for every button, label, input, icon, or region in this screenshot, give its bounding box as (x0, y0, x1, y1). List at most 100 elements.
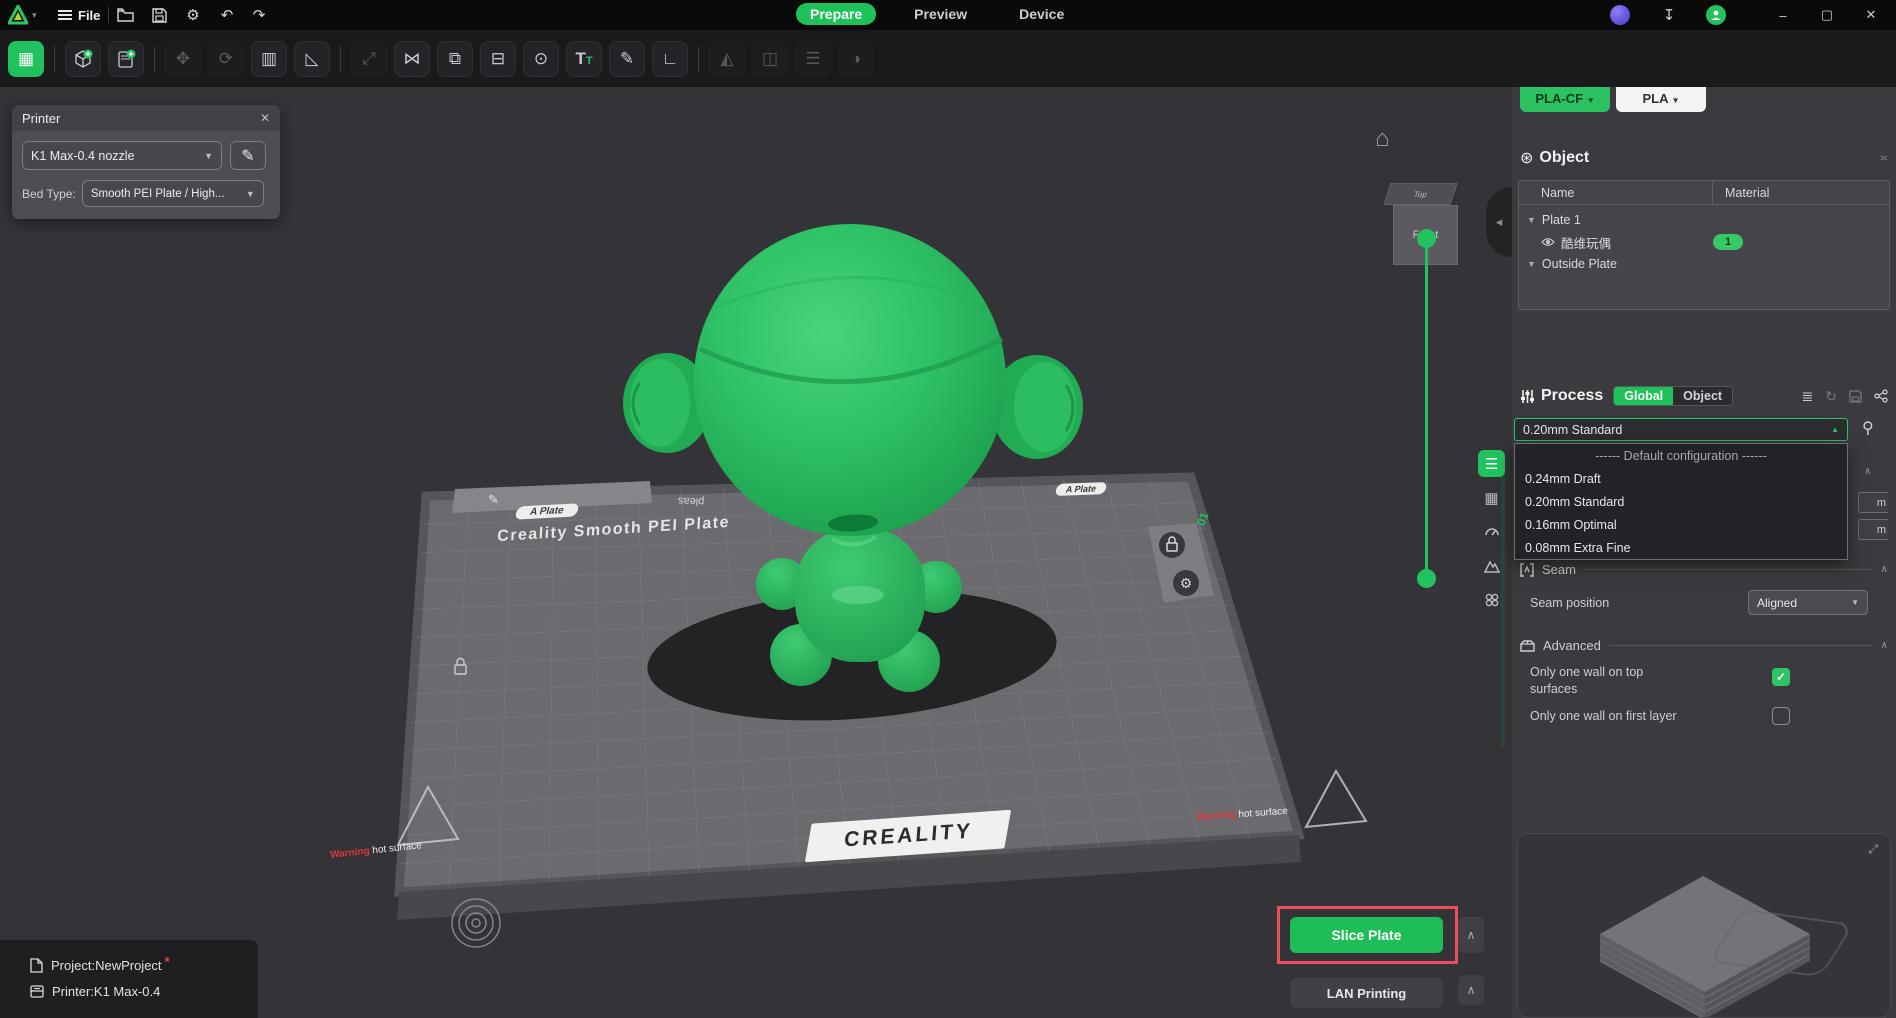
only-one-wall-top-label: Only one wall on top surfaces (1530, 664, 1690, 698)
tab-prepare[interactable]: Prepare (796, 3, 876, 25)
lay-on-face-tool[interactable]: ◺ (294, 41, 330, 77)
file-menu[interactable]: File (58, 0, 100, 30)
download-button[interactable]: ↧ (1656, 0, 1682, 30)
split-tool[interactable]: ⊟ (480, 41, 516, 77)
viewport-side-toolbar: ☰ ▦ (1478, 450, 1505, 613)
support-tool[interactable]: ◭ (709, 41, 745, 77)
section-slider-top-handle[interactable] (1417, 229, 1436, 248)
slice-options-button[interactable]: ∧ (1458, 917, 1484, 953)
save-preset-icon[interactable] (1849, 390, 1862, 403)
chevron-up-icon: ▲ (1831, 425, 1839, 434)
app-logo[interactable]: ▾ (8, 0, 37, 30)
search-preset-icon[interactable]: ⚲ (1862, 418, 1874, 438)
tab-preview[interactable]: Preview (900, 3, 981, 25)
section-slider-track[interactable] (1425, 238, 1428, 578)
parameter-list-button[interactable]: ☰ (1478, 450, 1505, 477)
rotate-tool[interactable]: ⟳ (208, 41, 244, 77)
minimize-button[interactable]: – (1768, 0, 1798, 30)
close-icon[interactable]: ✕ (260, 111, 270, 125)
dropdown-option-extrafine[interactable]: 0.08mm Extra Fine (1515, 536, 1847, 559)
column-header-name[interactable]: Name (1519, 181, 1713, 204)
tree-expand-icon[interactable]: ▼ (1527, 215, 1536, 225)
auto-arrange-tool[interactable]: ▥ (251, 41, 287, 77)
redo-button[interactable]: ↷ (246, 0, 272, 30)
plate-name-tab-right[interactable]: A Plate (1055, 482, 1108, 496)
collapse-section-icon[interactable]: ∧ (1881, 564, 1888, 575)
seam-position-select[interactable]: Aligned ▼ (1748, 590, 1868, 615)
visibility-eye-icon[interactable] (1541, 237, 1555, 247)
clone-tool[interactable]: ⧉ (437, 41, 473, 77)
section-slider-bottom-handle[interactable] (1417, 569, 1436, 588)
preview-cube (1518, 834, 1891, 1018)
add-plate-tool[interactable] (108, 41, 144, 77)
edit-printer-button[interactable]: ✎ (230, 141, 266, 170)
bed-type-select[interactable]: Smooth PEI Plate / High...▼ (82, 180, 264, 207)
view-cube[interactable]: Top Front (1381, 183, 1461, 267)
more-tools-button[interactable] (1478, 586, 1505, 613)
sketch-tool[interactable]: ✎ (609, 41, 645, 77)
redo-icon: ↷ (253, 6, 266, 24)
only-one-wall-first-checkbox[interactable]: ✓ (1772, 707, 1790, 725)
column-header-material[interactable]: Material (1713, 186, 1769, 200)
preset-combobox[interactable]: 0.20mm Standard ▲ (1514, 418, 1848, 441)
right-panel: ◎ Material ⊕ ⊖ ⇄ ⚙ ⌃ 1 PLA-CF ▼ 2 PLA ▼ (1512, 30, 1896, 1018)
printer-select[interactable]: K1 Max-0.4 nozzle▼ (22, 141, 222, 170)
dropdown-option-draft[interactable]: 0.24mm Draft (1515, 467, 1847, 490)
object-row-plate1[interactable]: ▼ Plate 1 (1519, 209, 1889, 231)
mode-tabs: Prepare Preview Device (796, 3, 1078, 25)
drill-tool[interactable]: ⊙ (523, 41, 559, 77)
settings-button[interactable]: ⚙ (180, 0, 206, 30)
save-button[interactable] (146, 0, 172, 30)
collapse-section-icon[interactable]: ∧ (1881, 640, 1888, 651)
lan-printing-button[interactable]: LAN Printing (1290, 978, 1443, 1008)
object-title: Object (1539, 149, 1589, 167)
lan-options-button[interactable]: ∧ (1458, 975, 1484, 1005)
only-one-wall-top-checkbox[interactable]: ✓ (1772, 668, 1790, 686)
reset-button[interactable]: ↻ (1825, 388, 1837, 405)
tab-device[interactable]: Device (1005, 3, 1078, 25)
home-view-button[interactable]: ⌂ (1375, 125, 1390, 153)
material-badge[interactable]: 1 (1713, 234, 1743, 250)
view-cube-top[interactable]: Top (1383, 183, 1457, 205)
cut-tool[interactable]: ◫ (752, 41, 788, 77)
scale-tool[interactable]: ⤢ (351, 41, 387, 77)
open-file-button[interactable] (112, 0, 138, 30)
move-tool[interactable]: ✥ (165, 41, 201, 77)
quality-collapse-icon[interactable]: ∧ (1864, 466, 1871, 477)
creality-logo-text: CREALITY (843, 819, 973, 852)
plate-pencil-icon[interactable]: ✎ (488, 492, 500, 509)
seam-section-icon (1520, 563, 1534, 577)
collapse-section-icon[interactable]: ≍ (1880, 153, 1888, 164)
toolbar: ▦ ✥ ⟳ ▥ ◺ ⤢ ⋈ ⧉ ⊟ ⊙ TT ✎ ∟ ◭ ◫ ☰ ◑ (0, 30, 1896, 87)
3d-viewport[interactable]: ⚙ (0, 87, 1512, 1018)
undo-button[interactable]: ↶ (214, 0, 240, 30)
infill-tool[interactable]: ☰ (795, 41, 831, 77)
move-icon: ✥ (176, 49, 190, 69)
add-model-tool[interactable] (65, 41, 101, 77)
preset-list-button[interactable]: ≣ (1802, 388, 1814, 405)
dropdown-option-optimal[interactable]: 0.16mm Optimal (1515, 513, 1847, 536)
object-row-outside[interactable]: ▼ Outside Plate (1519, 253, 1889, 275)
expand-icon[interactable]: ⤢ (1868, 842, 1878, 857)
mirror-tool[interactable]: ⋈ (394, 41, 430, 77)
tab-global[interactable]: Global (1614, 387, 1673, 405)
support-paint-button[interactable] (1478, 552, 1505, 579)
build-plate-tool[interactable]: ▦ (8, 41, 44, 77)
close-button[interactable]: ✕ (1856, 0, 1886, 30)
text-tool[interactable]: TT (566, 41, 602, 77)
slice-plate-button[interactable]: Slice Plate (1290, 917, 1443, 953)
speed-button[interactable] (1478, 518, 1505, 545)
tree-expand-icon[interactable]: ▼ (1527, 259, 1536, 269)
maximize-button[interactable]: ▢ (1812, 0, 1842, 30)
dropdown-option-standard[interactable]: 0.20mm Standard (1515, 490, 1847, 513)
plate-settings-button[interactable]: ▦ (1478, 484, 1505, 511)
cloud-badge-icon[interactable] (1610, 5, 1630, 25)
project-name: Project:NewProject (51, 958, 162, 973)
user-avatar[interactable] (1706, 5, 1726, 25)
paint-tool[interactable]: ◑ (838, 41, 874, 77)
measure-tool[interactable]: ∟ (652, 41, 688, 77)
tab-object[interactable]: Object (1673, 387, 1732, 405)
dropdown-group-label: ------ Default configuration ------ (1515, 444, 1847, 467)
object-row-model[interactable]: 酷维玩偶 1 (1519, 231, 1889, 253)
compare-nodes-icon[interactable] (1874, 389, 1888, 403)
